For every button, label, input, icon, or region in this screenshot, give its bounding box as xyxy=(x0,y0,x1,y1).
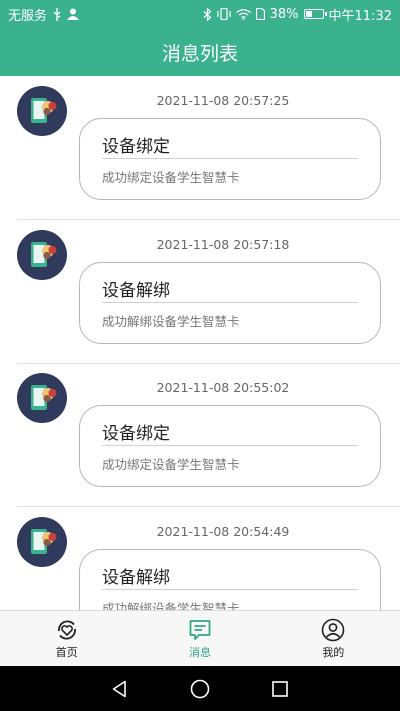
phone-chat-icon xyxy=(31,529,57,554)
battery-text: 38% xyxy=(269,6,299,22)
usb-icon xyxy=(52,7,62,21)
card-divider xyxy=(102,445,358,446)
message-time: 2021-11-08 20:57:18 xyxy=(156,237,290,252)
home-heart-icon xyxy=(57,620,76,639)
recents-icon[interactable] xyxy=(270,679,290,699)
card-divider xyxy=(102,158,358,159)
message-title: 设备绑定 xyxy=(102,424,170,444)
tab-profile[interactable]: 我的 xyxy=(267,611,400,666)
home-icon[interactable] xyxy=(189,678,211,700)
phone-chat-icon xyxy=(31,98,57,123)
message-card[interactable]: 设备解绑 成功解绑设备学生智慧卡 xyxy=(79,262,381,344)
card-divider xyxy=(102,589,358,590)
message-card[interactable]: 设备绑定 成功绑定设备学生智慧卡 xyxy=(79,405,381,487)
wifi-icon xyxy=(235,8,251,20)
tab-bar: 首页 消息 我的 xyxy=(0,610,400,666)
message-title: 设备解绑 xyxy=(102,568,170,588)
tab-messages-label: 消息 xyxy=(188,645,211,659)
sim-icon xyxy=(255,8,265,20)
message-item[interactable]: 2021-11-08 20:57:25 设备绑定 成功绑定设备学生智慧卡 xyxy=(0,76,400,220)
message-avatar xyxy=(17,230,67,280)
message-avatar xyxy=(17,373,67,423)
message-avatar xyxy=(17,517,67,567)
bluetooth-icon xyxy=(203,7,212,21)
system-nav-bar xyxy=(0,666,400,711)
card-divider xyxy=(102,302,358,303)
status-bar: 无服务 38% 中午11:32 xyxy=(0,0,400,28)
message-card[interactable]: 设备解绑 成功解绑设备学生智慧卡 xyxy=(79,549,381,611)
message-title: 设备绑定 xyxy=(102,137,170,157)
app-header: 消息列表 xyxy=(0,28,400,76)
tab-home[interactable]: 首页 xyxy=(0,611,133,666)
message-time: 2021-11-08 20:55:02 xyxy=(156,380,290,395)
message-time: 2021-11-08 20:54:49 xyxy=(156,524,290,539)
tab-profile-label: 我的 xyxy=(322,645,345,659)
message-list[interactable]: 2021-11-08 20:57:25 设备绑定 成功绑定设备学生智慧卡 202… xyxy=(0,76,400,611)
tab-home-label: 首页 xyxy=(55,645,78,659)
message-time: 2021-11-08 20:57:25 xyxy=(156,93,290,108)
status-right: 38% 中午11:32 xyxy=(203,5,392,24)
user-icon xyxy=(322,618,345,641)
message-avatar xyxy=(17,86,67,136)
message-desc: 成功绑定设备学生智慧卡 xyxy=(102,170,240,185)
message-item[interactable]: 2021-11-08 20:54:49 设备解绑 成功解绑设备学生智慧卡 xyxy=(0,507,400,611)
battery-icon xyxy=(303,9,327,19)
status-left: 无服务 xyxy=(8,5,80,24)
message-desc: 成功绑定设备学生智慧卡 xyxy=(102,457,240,472)
tab-messages[interactable]: 消息 xyxy=(133,611,266,666)
message-item[interactable]: 2021-11-08 20:55:02 设备绑定 成功绑定设备学生智慧卡 xyxy=(0,363,400,507)
vibrate-icon xyxy=(217,8,231,20)
carrier-text: 无服务 xyxy=(8,8,48,24)
phone-chat-icon xyxy=(31,242,57,267)
message-card[interactable]: 设备绑定 成功绑定设备学生智慧卡 xyxy=(79,118,381,200)
user-status-icon xyxy=(67,8,80,20)
message-item[interactable]: 2021-11-08 20:57:18 设备解绑 成功解绑设备学生智慧卡 xyxy=(0,220,400,364)
page-title: 消息列表 xyxy=(161,42,238,65)
clock-text: 中午11:32 xyxy=(328,8,392,24)
message-icon xyxy=(189,619,211,640)
message-title: 设备解绑 xyxy=(102,281,170,301)
back-icon[interactable] xyxy=(110,679,130,699)
message-desc: 成功解绑设备学生智慧卡 xyxy=(102,314,240,329)
phone-chat-icon xyxy=(31,385,57,410)
